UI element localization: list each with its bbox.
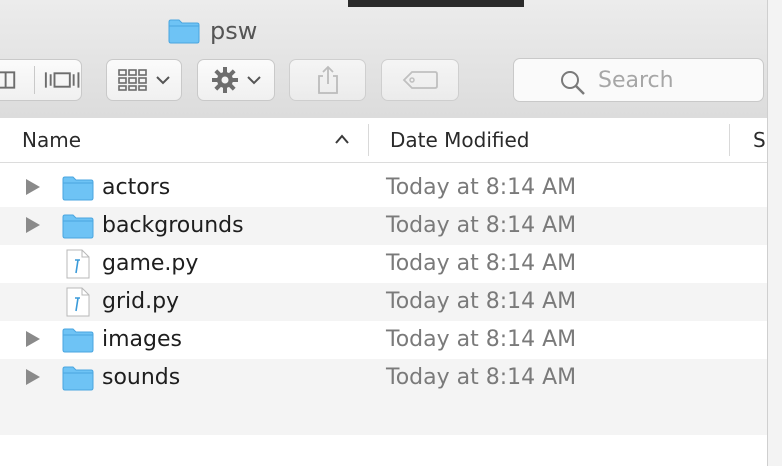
cover-flow-view-icon[interactable] (43, 68, 81, 92)
column-header-date-modified[interactable]: Date Modified (390, 118, 530, 162)
folder-icon (62, 214, 94, 239)
share-button[interactable] (289, 59, 366, 101)
column-header-size[interactable]: Siz (753, 118, 767, 162)
grid-icon (118, 69, 147, 91)
view-mode-control[interactable] (0, 59, 82, 101)
python-file-icon (66, 287, 90, 317)
file-date-modified: Today at 8:14 AM (386, 289, 577, 314)
column-divider[interactable] (368, 124, 369, 156)
search-input[interactable] (596, 66, 770, 94)
disclosure-triangle-icon[interactable] (26, 179, 40, 195)
adjacent-window-edge (767, 0, 782, 466)
background-window-edge (348, 0, 524, 7)
file-date-modified: Today at 8:14 AM (386, 251, 577, 276)
search-icon (561, 71, 585, 95)
chevron-up-icon[interactable] (334, 132, 350, 146)
search-field[interactable] (513, 58, 770, 102)
list-item[interactable]: images Today at 8:14 AM (0, 321, 767, 359)
folder-icon (62, 366, 94, 391)
file-name: sounds (102, 365, 181, 390)
file-date-modified: Today at 8:14 AM (386, 213, 577, 238)
file-date-modified: Today at 8:14 AM (386, 175, 577, 200)
chevron-down-icon (156, 76, 170, 85)
file-name: actors (102, 175, 171, 200)
tags-button[interactable] (381, 59, 459, 101)
column-header-row: Name Date Modified Siz (0, 118, 767, 163)
column-header-name-label: Name (22, 128, 82, 152)
action-button[interactable] (197, 59, 275, 101)
folder-icon (168, 19, 200, 44)
list-item[interactable]: actors Today at 8:14 AM (0, 169, 767, 207)
folder-icon (62, 328, 94, 353)
folder-icon (62, 176, 94, 201)
list-item[interactable]: backgrounds Today at 8:14 AM (0, 207, 767, 245)
column-header-date-label: Date Modified (390, 128, 530, 152)
window-toolbar: psw (0, 0, 782, 119)
column-header-size-label: Siz (753, 128, 767, 152)
file-name: grid.py (102, 289, 180, 314)
column-view-icon[interactable] (0, 69, 26, 91)
share-icon (317, 65, 338, 94)
list-item[interactable]: game.py Today at 8:14 AM (0, 245, 767, 283)
window-title-text: psw (210, 17, 258, 45)
window-title: psw (168, 16, 257, 46)
file-name: game.py (102, 251, 199, 276)
file-date-modified: Today at 8:14 AM (386, 365, 577, 390)
disclosure-triangle-icon[interactable] (26, 217, 40, 233)
file-date-modified: Today at 8:14 AM (386, 327, 577, 352)
list-item[interactable]: grid.py Today at 8:14 AM (0, 283, 767, 321)
chevron-down-icon (247, 76, 261, 85)
list-item[interactable]: sounds Today at 8:14 AM (0, 359, 767, 397)
column-divider[interactable] (729, 124, 730, 156)
group-by-button[interactable] (106, 59, 182, 101)
file-name: backgrounds (102, 213, 244, 238)
disclosure-triangle-icon[interactable] (26, 369, 40, 385)
tag-icon (402, 71, 438, 89)
column-header-name[interactable]: Name (22, 118, 81, 162)
disclosure-triangle-icon[interactable] (26, 331, 40, 347)
python-file-icon (66, 249, 90, 279)
file-name: images (102, 327, 182, 352)
empty-row (0, 397, 767, 435)
gear-icon (212, 67, 238, 93)
